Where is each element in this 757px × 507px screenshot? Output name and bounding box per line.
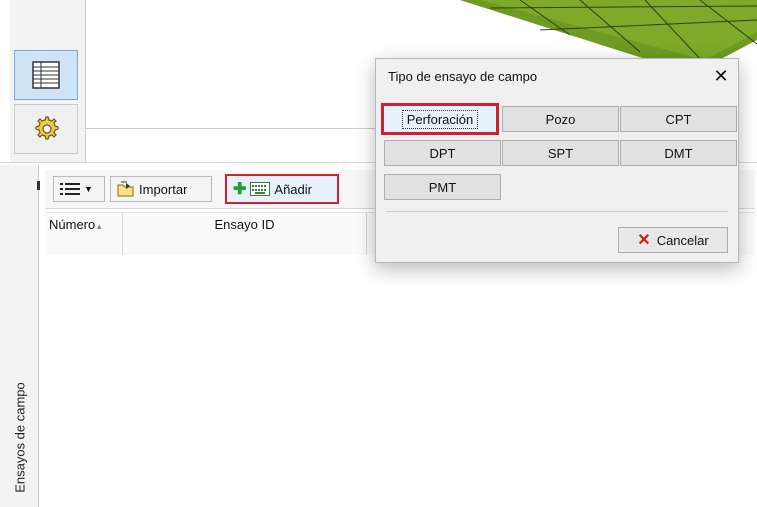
table-body[interactable]	[45, 255, 755, 507]
column-header-test-id[interactable]: Ensayo ID	[123, 213, 367, 255]
option-pozo-button[interactable]: Pozo	[502, 106, 619, 132]
dialog-title: Tipo de ensayo de campo	[388, 69, 538, 84]
option-spt-button[interactable]: SPT	[502, 140, 619, 166]
toolbar-divider	[85, 128, 375, 129]
cancel-button[interactable]: ✕ Cancelar	[618, 227, 728, 253]
keyboard-icon	[250, 182, 271, 196]
option-perforacion-button[interactable]: Perforación	[381, 103, 499, 135]
settings-button[interactable]	[14, 104, 78, 154]
field-test-type-dialog: Tipo de ensayo de campo ✕ Perforación Po…	[375, 58, 739, 263]
dialog-separator	[386, 211, 728, 212]
add-button[interactable]: ✚ Añadir	[225, 174, 339, 204]
column-header-number[interactable]: Número▲	[45, 213, 123, 255]
side-tab-label: Ensayos de campo	[12, 382, 28, 493]
add-label: Añadir	[274, 181, 312, 197]
option-cpt-button[interactable]: CPT	[620, 106, 737, 132]
panel-gripper[interactable]	[37, 181, 40, 190]
vertical-toolbar	[10, 0, 86, 162]
import-button[interactable]: Importar	[110, 176, 212, 202]
plus-icon: ✚	[233, 181, 247, 198]
cancel-label: Cancelar	[656, 232, 709, 248]
list-icon	[60, 183, 80, 195]
option-dmt-button[interactable]: DMT	[620, 140, 737, 166]
sort-asc-icon: ▲	[95, 222, 104, 231]
close-icon[interactable]: ✕	[712, 67, 730, 85]
option-pmt-button[interactable]: PMT	[384, 174, 501, 200]
folder-arrow-icon	[117, 181, 134, 197]
option-dpt-button[interactable]: DPT	[384, 140, 501, 166]
chevron-down-icon: ▼	[84, 184, 93, 194]
cancel-x-icon: ✕	[637, 232, 651, 249]
gear-icon	[35, 116, 59, 140]
list-menu-button[interactable]: ▼	[53, 176, 105, 202]
grid-view-button[interactable]	[14, 50, 78, 100]
import-label: Importar	[139, 181, 188, 197]
grid-icon	[32, 61, 60, 89]
